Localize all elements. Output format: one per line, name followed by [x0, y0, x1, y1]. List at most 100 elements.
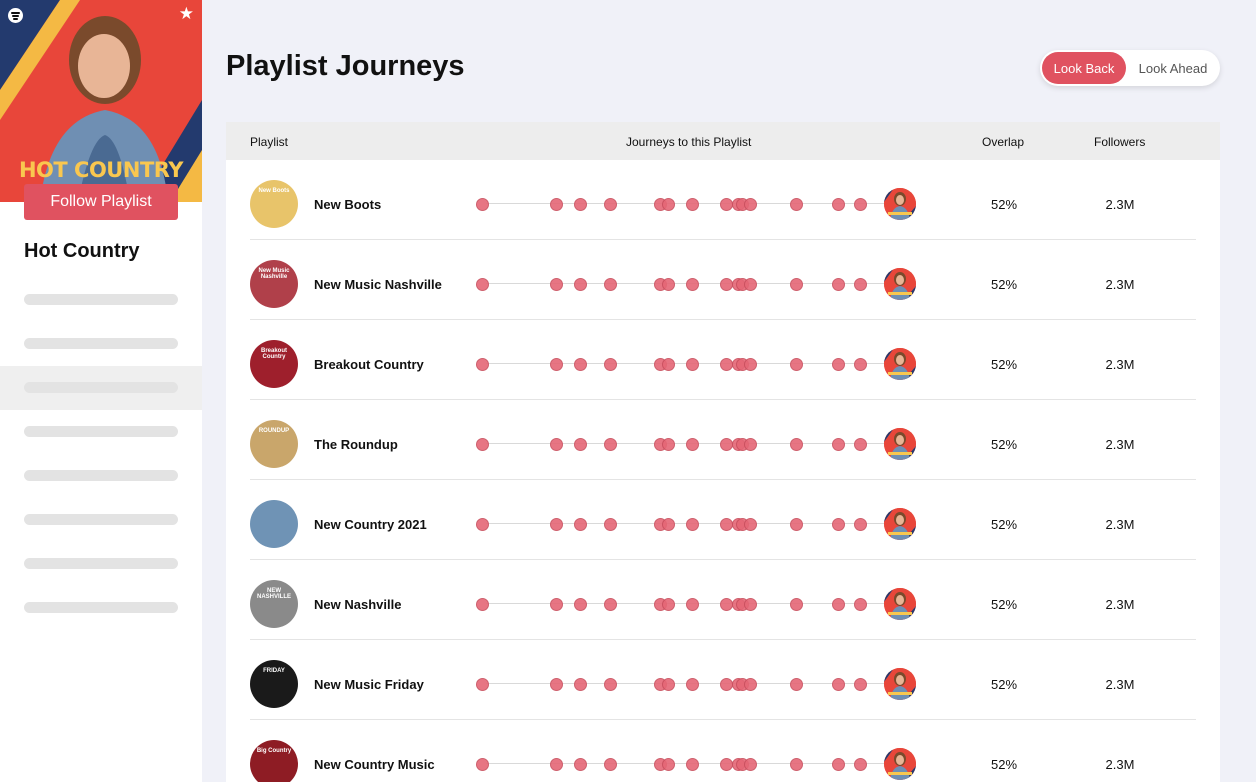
journey-dot[interactable]	[550, 678, 563, 691]
journey-dot[interactable]	[744, 518, 757, 531]
journey-dot[interactable]	[854, 758, 867, 771]
journey-dot[interactable]	[686, 358, 699, 371]
journey-dot[interactable]	[854, 358, 867, 371]
journey-dot[interactable]	[854, 278, 867, 291]
sidebar-item[interactable]	[0, 454, 202, 498]
journey-dot[interactable]	[574, 438, 587, 451]
journey-dot[interactable]	[550, 358, 563, 371]
playlist-name[interactable]: New Music Nashville	[314, 277, 442, 292]
column-header-playlist[interactable]: Playlist	[250, 135, 288, 149]
table-row[interactable]: Big Country New Country Music 52% 2.3M	[226, 720, 1220, 782]
journey-dot[interactable]	[604, 438, 617, 451]
journey-dot[interactable]	[686, 518, 699, 531]
journey-dot[interactable]	[744, 358, 757, 371]
sidebar-item[interactable]	[0, 322, 202, 366]
journey-dot[interactable]	[476, 358, 489, 371]
follow-playlist-button[interactable]: Follow Playlist	[24, 184, 178, 220]
journey-dot[interactable]	[832, 518, 845, 531]
journey-dot[interactable]	[604, 758, 617, 771]
journey-dot[interactable]	[854, 678, 867, 691]
journey-dot[interactable]	[790, 438, 803, 451]
journey-dot[interactable]	[604, 278, 617, 291]
journey-dot[interactable]	[476, 598, 489, 611]
journey-dot[interactable]	[604, 198, 617, 211]
journey-dot[interactable]	[854, 598, 867, 611]
journey-dot[interactable]	[476, 198, 489, 211]
journey-dot[interactable]	[604, 678, 617, 691]
column-header-journeys[interactable]: Journeys to this Playlist	[626, 135, 751, 149]
journey-dot[interactable]	[574, 598, 587, 611]
look-ahead-button[interactable]: Look Ahead	[1128, 52, 1218, 84]
journey-dot[interactable]	[854, 438, 867, 451]
journey-dot[interactable]	[832, 278, 845, 291]
journey-dot[interactable]	[744, 678, 757, 691]
playlist-name[interactable]: New Country Music	[314, 757, 435, 772]
journey-dot[interactable]	[832, 198, 845, 211]
journey-dot[interactable]	[604, 358, 617, 371]
sidebar-item[interactable]	[0, 498, 202, 542]
look-back-button[interactable]: Look Back	[1042, 52, 1126, 84]
journey-dot[interactable]	[686, 758, 699, 771]
journey-dot[interactable]	[854, 518, 867, 531]
sidebar-item[interactable]	[0, 586, 202, 630]
playlist-name[interactable]: The Roundup	[314, 437, 398, 452]
journey-dot[interactable]	[832, 358, 845, 371]
journey-dot[interactable]	[476, 438, 489, 451]
table-row[interactable]: New Boots New Boots 52% 2.3M	[226, 160, 1220, 240]
playlist-name[interactable]: Breakout Country	[314, 357, 424, 372]
journey-dot[interactable]	[744, 758, 757, 771]
journey-dot[interactable]	[476, 518, 489, 531]
table-row[interactable]: Breakout Country Breakout Country 52% 2.3M	[226, 320, 1220, 400]
playlist-name[interactable]: New Boots	[314, 197, 381, 212]
journey-dot[interactable]	[744, 278, 757, 291]
journey-dot[interactable]	[790, 678, 803, 691]
journey-dot[interactable]	[832, 678, 845, 691]
journey-dot[interactable]	[744, 198, 757, 211]
journey-dot[interactable]	[854, 198, 867, 211]
journey-dot[interactable]	[744, 438, 757, 451]
journey-dot[interactable]	[832, 758, 845, 771]
journey-dot[interactable]	[686, 198, 699, 211]
sidebar-item[interactable]	[0, 278, 202, 322]
table-row[interactable]: NEW NASHVILLE New Nashville 52% 2.3M	[226, 560, 1220, 640]
journey-dot[interactable]	[476, 678, 489, 691]
playlist-name[interactable]: New Music Friday	[314, 677, 424, 692]
table-row[interactable]: New Music Nashville New Music Nashville 52…	[226, 240, 1220, 320]
journey-dot[interactable]	[662, 758, 675, 771]
table-row[interactable]: ROUNDUP The Roundup 52% 2.3M	[226, 400, 1220, 480]
column-header-overlap[interactable]: Overlap	[982, 135, 1024, 149]
journey-dot[interactable]	[662, 518, 675, 531]
journey-dot[interactable]	[790, 758, 803, 771]
sidebar-item[interactable]	[0, 410, 202, 454]
journey-dot[interactable]	[686, 598, 699, 611]
journey-dot[interactable]	[790, 358, 803, 371]
journey-dot[interactable]	[574, 518, 587, 531]
journey-dot[interactable]	[790, 518, 803, 531]
journey-dot[interactable]	[550, 758, 563, 771]
journey-dot[interactable]	[662, 278, 675, 291]
journey-dot[interactable]	[686, 438, 699, 451]
journey-dot[interactable]	[790, 198, 803, 211]
table-row[interactable]: FRIDAY New Music Friday 52% 2.3M	[226, 640, 1220, 720]
column-header-followers[interactable]: Followers	[1094, 135, 1145, 149]
journey-dot[interactable]	[832, 598, 845, 611]
journey-dot[interactable]	[744, 598, 757, 611]
journey-dot[interactable]	[574, 758, 587, 771]
table-row[interactable]: New Country 2021 52% 2.3M	[226, 480, 1220, 560]
journey-dot[interactable]	[604, 518, 617, 531]
journey-dot[interactable]	[574, 678, 587, 691]
journey-dot[interactable]	[550, 518, 563, 531]
journey-dot[interactable]	[662, 438, 675, 451]
journey-dot[interactable]	[686, 278, 699, 291]
journey-dot[interactable]	[574, 198, 587, 211]
journey-dot[interactable]	[550, 598, 563, 611]
journey-dot[interactable]	[790, 278, 803, 291]
journey-dot[interactable]	[574, 278, 587, 291]
journey-dot[interactable]	[790, 598, 803, 611]
journey-dot[interactable]	[550, 198, 563, 211]
sidebar-item[interactable]	[0, 366, 202, 410]
journey-dot[interactable]	[476, 758, 489, 771]
playlist-name[interactable]: New Nashville	[314, 597, 401, 612]
journey-dot[interactable]	[832, 438, 845, 451]
journey-dot[interactable]	[686, 678, 699, 691]
